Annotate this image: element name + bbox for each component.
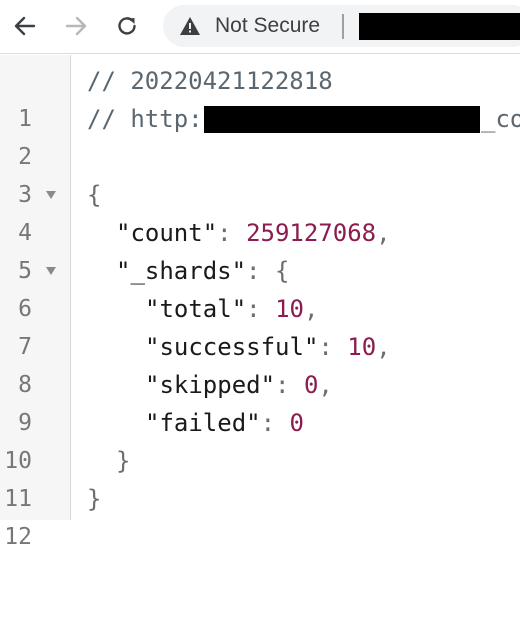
json-key: "skipped" <box>145 371 276 399</box>
json-key: "total" <box>145 295 247 323</box>
redacted-url <box>359 13 520 40</box>
json-separator: : <box>217 219 247 247</box>
json-comma: , <box>303 295 319 323</box>
code-line: 1 // 20220421122818 <box>0 62 520 132</box>
browser-toolbar: Not Secure <box>0 0 520 54</box>
code-content: "successful": 10, <box>145 328 391 366</box>
code-line: 9 "skipped": 0, <box>0 366 520 436</box>
fold-toggle-icon[interactable] <box>46 191 56 199</box>
comment-text: // http: <box>87 105 203 133</box>
arrow-right-icon <box>65 16 87 36</box>
code-line: 4 { <box>0 176 520 246</box>
json-number: 10 <box>347 333 377 361</box>
brace: } <box>116 447 131 475</box>
code-line: 3 <box>0 138 520 208</box>
code-line: 10 "failed": 0 <box>0 404 520 474</box>
code-line: 11 } <box>0 442 520 512</box>
json-number: 10 <box>275 295 304 323</box>
code-content: "failed": 0 <box>145 404 304 442</box>
json-key: "count" <box>116 219 218 247</box>
code-line: 8 "successful": 10, <box>0 328 520 398</box>
line-number: 12 <box>4 524 32 550</box>
json-comma: , <box>318 371 333 399</box>
redacted-url <box>204 106 480 133</box>
json-viewer: 1 // 20220421122818 2 // http: _co 3 4 {… <box>0 55 520 550</box>
json-key: "failed" <box>145 409 261 437</box>
json-comma: , <box>376 219 391 247</box>
brace: } <box>87 485 102 513</box>
code-line: 6 "_shards": { <box>0 252 520 322</box>
code-line: 2 // http: _co <box>0 100 520 170</box>
code-content: "skipped": 0, <box>145 366 333 404</box>
code-content: "total": 10, <box>145 290 318 328</box>
code-line: 7 "total": 10, <box>0 290 520 360</box>
json-separator: : <box>246 257 275 285</box>
code-line: 12 } <box>0 480 520 550</box>
code-content: "count": 259127068, <box>116 214 391 252</box>
comment-text: // 20220421122818 <box>87 67 333 95</box>
json-comma: , <box>376 333 391 361</box>
security-status-label[interactable]: Not Secure <box>215 15 320 37</box>
address-bar[interactable]: Not Secure <box>163 5 520 47</box>
brace: { <box>274 257 290 285</box>
json-key: "_shards" <box>116 257 247 285</box>
fold-toggle-icon[interactable] <box>46 267 56 275</box>
back-button[interactable] <box>9 10 41 42</box>
json-separator: : <box>318 333 348 361</box>
warning-triangle-icon[interactable] <box>179 16 201 36</box>
code-content: "_shards": { <box>116 252 289 290</box>
json-number: 0 <box>289 409 304 437</box>
json-number: 259127068 <box>246 219 377 247</box>
brace: { <box>87 181 102 209</box>
comment-text-tail: _co <box>481 105 520 133</box>
json-separator: : <box>260 409 290 437</box>
json-separator: : <box>275 371 304 399</box>
reload-icon <box>118 17 136 35</box>
omnibox-divider <box>342 14 344 39</box>
arrow-left-icon <box>14 16 36 36</box>
reload-button[interactable] <box>111 10 143 42</box>
code-line: 5 "count": 259127068, <box>0 214 520 284</box>
json-key: "successful" <box>145 333 319 361</box>
forward-button[interactable] <box>60 10 92 42</box>
json-number: 0 <box>303 371 319 399</box>
json-separator: : <box>246 295 276 323</box>
